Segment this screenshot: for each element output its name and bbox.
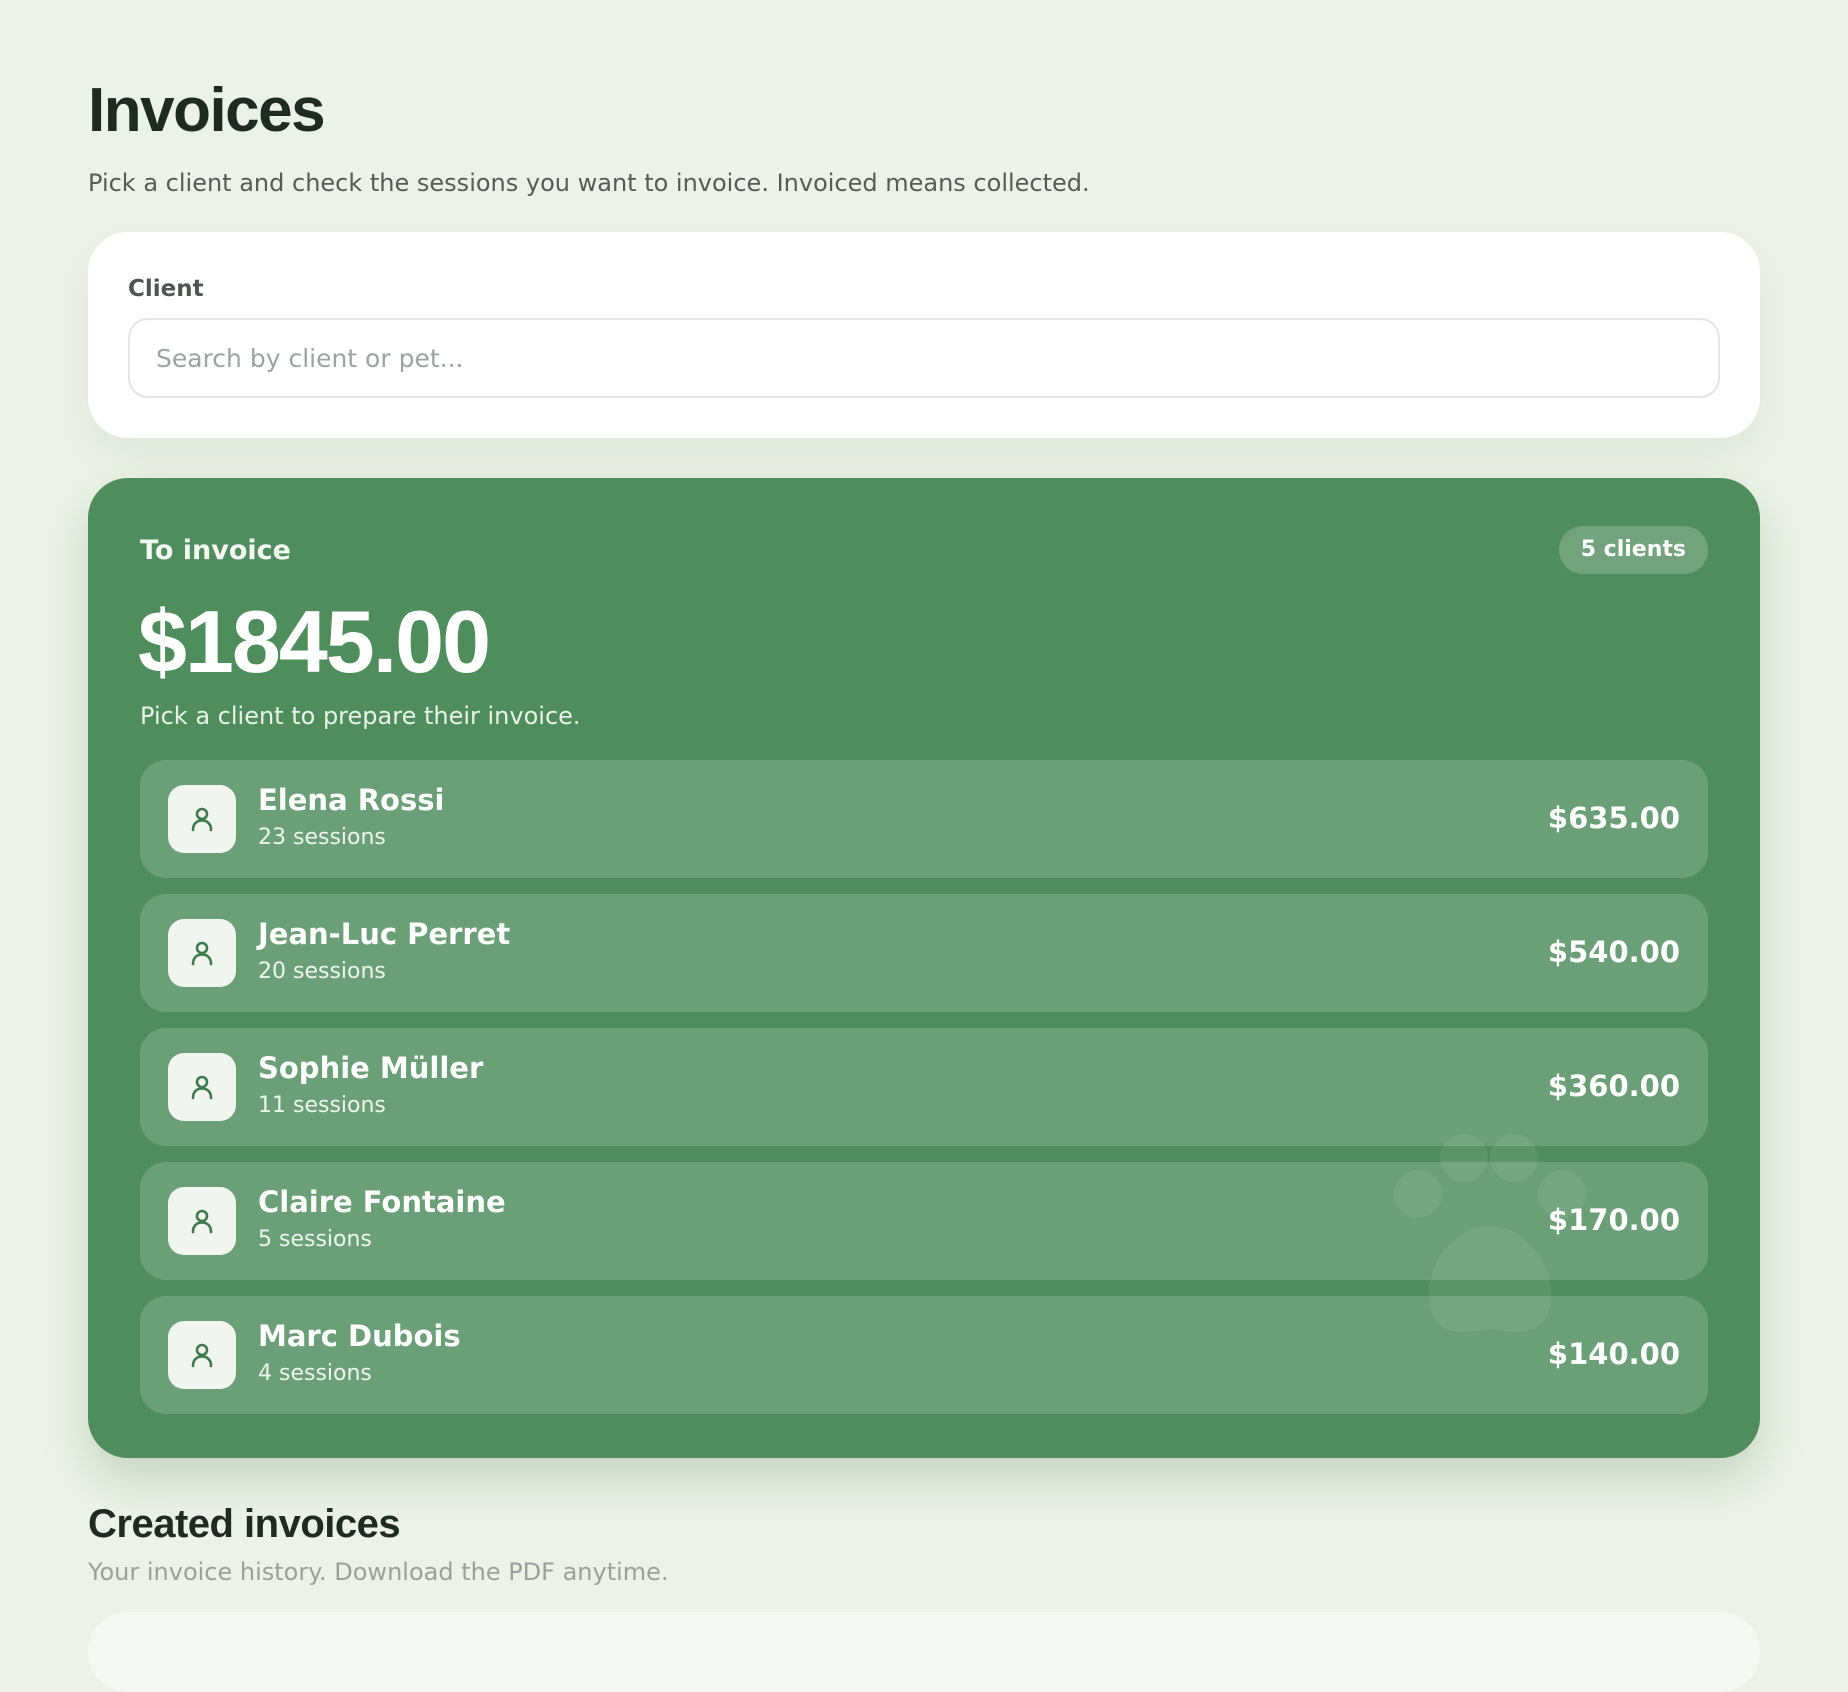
to-invoice-hint: Pick a client to prepare their invoice. <box>140 702 581 730</box>
client-row[interactable]: Marc Dubois 4 sessions $140.00 <box>140 1296 1708 1414</box>
user-icon <box>191 1075 213 1100</box>
client-name: Marc Dubois <box>258 1319 461 1353</box>
to-invoice-total: $1845.00 <box>138 592 491 691</box>
created-invoices-subtitle: Your invoice history. Download the PDF a… <box>88 1558 669 1586</box>
client-count-badge: 5 clients <box>1558 526 1708 574</box>
client-amount: $170.00 <box>1547 1203 1680 1237</box>
to-invoice-panel: To invoice 5 clients $1845.00 Pick a cli… <box>88 478 1760 1458</box>
client-session-count: 5 sessions <box>258 1227 372 1252</box>
client-row[interactable]: Elena Rossi 23 sessions $635.00 <box>140 760 1708 878</box>
client-avatar <box>168 785 236 853</box>
client-name: Jean-Luc Perret <box>258 917 511 951</box>
user-icon <box>191 1343 213 1368</box>
client-session-count: 4 sessions <box>258 1361 372 1386</box>
client-avatar <box>168 919 236 987</box>
created-invoices-title: Created invoices <box>88 1502 401 1546</box>
client-avatar <box>168 1321 236 1389</box>
client-amount: $540.00 <box>1547 935 1680 969</box>
client-amount: $635.00 <box>1547 801 1680 835</box>
client-avatar <box>168 1187 236 1255</box>
client-name: Claire Fontaine <box>258 1185 506 1219</box>
client-name: Elena Rossi <box>258 783 445 817</box>
invoice-history-card <box>88 1612 1760 1692</box>
client-row[interactable]: Jean-Luc Perret 20 sessions $540.00 <box>140 894 1708 1012</box>
client-row[interactable]: Sophie Müller 11 sessions $360.00 <box>140 1028 1708 1146</box>
client-search-input[interactable] <box>128 318 1720 398</box>
client-label: Client <box>128 276 204 302</box>
client-session-count: 23 sessions <box>258 825 386 850</box>
client-row[interactable]: Claire Fontaine 5 sessions $170.00 <box>140 1162 1708 1280</box>
client-name: Sophie Müller <box>258 1051 484 1085</box>
user-icon <box>191 941 213 966</box>
client-avatar <box>168 1053 236 1121</box>
client-amount: $140.00 <box>1547 1337 1680 1371</box>
client-session-count: 20 sessions <box>258 959 386 984</box>
user-icon <box>191 1209 213 1234</box>
to-invoice-label: To invoice <box>140 535 291 566</box>
client-session-count: 11 sessions <box>258 1093 386 1118</box>
page-subtitle: Pick a client and check the sessions you… <box>88 169 1090 197</box>
client-amount: $360.00 <box>1547 1069 1680 1103</box>
user-icon <box>191 807 213 832</box>
page-title: Invoices <box>88 76 326 145</box>
